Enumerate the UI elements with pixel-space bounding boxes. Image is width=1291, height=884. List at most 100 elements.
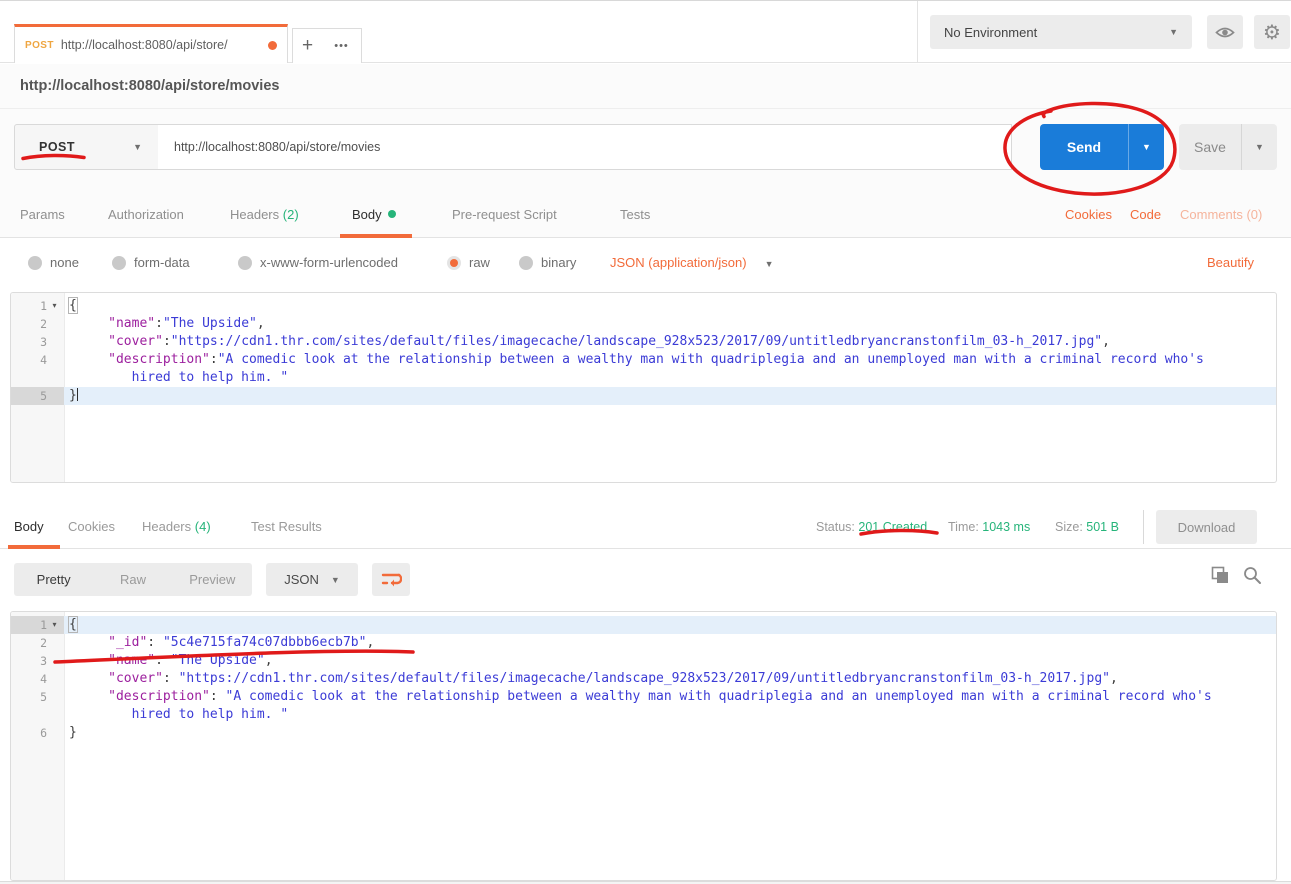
tab-url-label: http://localhost:8080/api/store/: [61, 38, 262, 52]
response-format-select[interactable]: JSON ▼: [266, 563, 358, 596]
environment-selector[interactable]: No Environment ▼: [930, 15, 1192, 49]
radio-icon: [519, 256, 533, 270]
radio-icon: [28, 256, 42, 270]
word-wrap-icon: [381, 571, 402, 588]
copy-icon: [1211, 566, 1230, 585]
tab-headers[interactable]: Headers (2): [230, 207, 299, 222]
new-tab-button[interactable]: +: [292, 28, 323, 63]
comments-link[interactable]: Comments (0): [1180, 207, 1262, 222]
radio-form-data[interactable]: form-data: [112, 255, 190, 270]
radio-icon: [112, 256, 126, 270]
status-label: Status:: [816, 520, 855, 534]
code-line[interactable]: 2 "_id": "5c4e715fa74c07dbbb6ecb7b",: [11, 634, 1276, 652]
tab-body[interactable]: Body: [352, 207, 396, 222]
line-number-gutter: 2: [11, 634, 64, 652]
radio-selected-icon: [447, 256, 461, 270]
code-line[interactable]: 2 "name":"The Upside",: [11, 315, 1276, 333]
code-line[interactable]: 4 "description":"A comedic look at the r…: [11, 351, 1276, 369]
environment-quick-look-button[interactable]: [1207, 15, 1243, 49]
radio-xwww-label: x-www-form-urlencoded: [260, 255, 398, 270]
time-label: Time:: [948, 520, 979, 534]
radio-form-data-label: form-data: [134, 255, 190, 270]
word-wrap-button[interactable]: [372, 563, 410, 596]
response-format-value: JSON: [284, 572, 319, 587]
line-number-gutter: 4: [11, 351, 64, 369]
more-tabs-button[interactable]: •••: [322, 28, 362, 63]
chevron-down-icon: ▼: [1169, 27, 1178, 37]
method-select[interactable]: POST ▼: [14, 124, 159, 170]
code-line[interactable]: 5 "description": "A comedic look at the …: [11, 688, 1276, 706]
save-options-button[interactable]: ▼: [1241, 124, 1277, 170]
line-number-gutter: 6: [11, 724, 64, 742]
size-badge: Size: 501 B: [1055, 520, 1119, 534]
code-line[interactable]: 6}: [11, 724, 1276, 742]
line-number-gutter: [11, 369, 64, 387]
line-number-gutter: 3: [11, 652, 64, 670]
send-button[interactable]: Send: [1040, 124, 1128, 170]
header-divider: [917, 1, 918, 63]
response-tab-headers[interactable]: Headers (4): [142, 519, 211, 534]
code-line[interactable]: hired to help him. ": [11, 706, 1276, 724]
radio-raw[interactable]: raw: [447, 255, 490, 270]
divider: [1143, 510, 1144, 544]
line-number-gutter: 5: [11, 387, 64, 405]
request-body-editor[interactable]: 1▾{2 "name":"The Upside",3 "cover":"http…: [10, 292, 1277, 483]
code-line[interactable]: 3 "cover":"https://cdn1.thr.com/sites/de…: [11, 333, 1276, 351]
search-response-button[interactable]: [1243, 566, 1262, 588]
radio-x-www-form-urlencoded[interactable]: x-www-form-urlencoded: [238, 255, 398, 270]
size-value: 501 B: [1086, 520, 1119, 534]
tab-params[interactable]: Params: [20, 207, 65, 222]
download-button[interactable]: Download: [1156, 510, 1257, 544]
tab-headers-label: Headers: [230, 207, 279, 222]
code-line[interactable]: 3 "name": "The Upside",: [11, 652, 1276, 670]
body-mode-row: none form-data x-www-form-urlencoded raw…: [0, 238, 1291, 291]
response-view-switcher: Pretty Raw Preview: [14, 563, 252, 596]
search-icon: [1243, 566, 1262, 585]
settings-button[interactable]: ⚙: [1254, 15, 1290, 49]
response-tab-body[interactable]: Body: [14, 519, 44, 534]
fold-caret-icon[interactable]: ▾: [47, 297, 62, 315]
tab-pre-request-script[interactable]: Pre-request Script: [452, 207, 557, 222]
beautify-link[interactable]: Beautify: [1207, 255, 1254, 270]
response-tab-headers-count: (4): [195, 519, 211, 534]
body-set-dot-icon: [388, 210, 396, 218]
response-header-row: Body Cookies Headers (4) Test Results St…: [0, 506, 1291, 549]
method-select-value: POST: [39, 140, 133, 154]
chevron-down-icon: ▼: [133, 142, 142, 152]
radio-none[interactable]: none: [28, 255, 79, 270]
send-options-button[interactable]: ▼: [1128, 124, 1164, 170]
code-line[interactable]: 5}: [11, 387, 1276, 405]
tab-authorization[interactable]: Authorization: [108, 207, 184, 222]
url-input[interactable]: http://localhost:8080/api/store/movies: [158, 124, 1012, 170]
line-number-gutter: 3: [11, 333, 64, 351]
request-title-url: http://localhost:8080/api/store/movies: [20, 78, 279, 94]
request-tab[interactable]: POST http://localhost:8080/api/store/: [14, 24, 288, 63]
code-line[interactable]: 1▾{: [11, 616, 1276, 634]
tab-body-label: Body: [352, 207, 382, 222]
radio-raw-label: raw: [469, 255, 490, 270]
view-pretty[interactable]: Pretty: [14, 572, 93, 587]
code-line[interactable]: 4 "cover": "https://cdn1.thr.com/sites/d…: [11, 670, 1276, 688]
radio-binary[interactable]: binary: [519, 255, 576, 270]
content-type-select[interactable]: JSON (application/json)▼: [610, 255, 773, 270]
radio-binary-label: binary: [541, 255, 576, 270]
chevron-down-icon: ▼: [331, 575, 340, 585]
content-type-value: JSON (application/json): [610, 255, 747, 270]
save-button[interactable]: Save: [1179, 124, 1241, 170]
code-line[interactable]: 1▾{: [11, 297, 1276, 315]
cookies-link[interactable]: Cookies: [1065, 207, 1112, 222]
view-preview[interactable]: Preview: [173, 572, 252, 587]
fold-caret-icon[interactable]: ▾: [47, 616, 62, 634]
tab-tests[interactable]: Tests: [620, 207, 650, 222]
copy-response-button[interactable]: [1211, 566, 1230, 588]
code-line[interactable]: hired to help him. ": [11, 369, 1276, 387]
status-badge: Status: 201 Created: [816, 520, 927, 534]
code-link[interactable]: Code: [1130, 207, 1161, 222]
response-body-editor[interactable]: 1▾{2 "_id": "5c4e715fa74c07dbbb6ecb7b",3…: [10, 611, 1277, 881]
response-tab-cookies[interactable]: Cookies: [68, 519, 115, 534]
time-value: 1043 ms: [982, 520, 1030, 534]
line-number-gutter: 2: [11, 315, 64, 333]
response-tab-test-results[interactable]: Test Results: [251, 519, 322, 534]
line-number-gutter: 1▾: [11, 616, 64, 634]
view-raw[interactable]: Raw: [93, 572, 172, 587]
